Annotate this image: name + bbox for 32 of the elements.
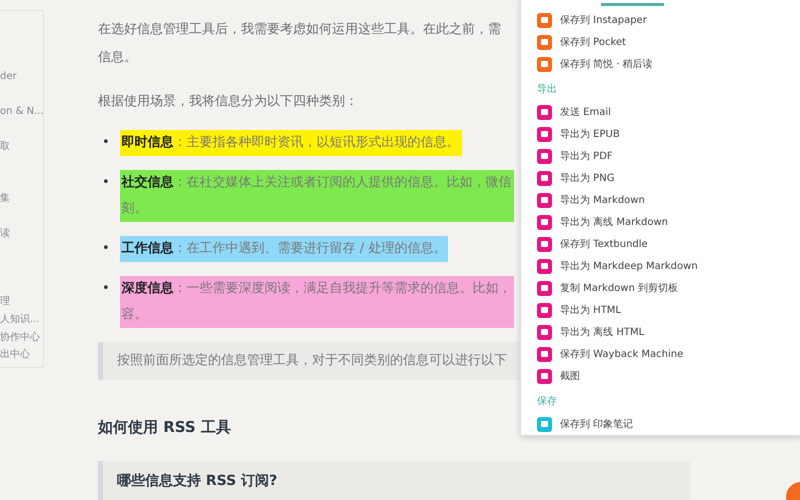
bullet: • [101, 280, 110, 298]
menu-item[interactable]: 导出为 Markdown [537, 189, 785, 211]
menu-item[interactable]: 截图 [537, 365, 785, 387]
highlighted-text: 社交信息：在社交媒体上关注或者订阅的人提供的信息。比如，微信 刻。 [120, 170, 514, 222]
section-heading: 如何使用 RSS 工具 [98, 417, 231, 438]
paragraph: 根据使用场景，我将信息分为以下四种类别： [98, 93, 358, 111]
menu-item[interactable]: 保存到 简悦 · 稍后读 [537, 53, 785, 75]
tab-underline [601, 3, 664, 6]
bullet: • [101, 240, 110, 258]
menu-item[interactable]: 导出为 PDF [537, 145, 785, 167]
menu-item[interactable]: 发送 Email [537, 101, 785, 123]
menu-item[interactable]: 保存到 Textbundle [537, 233, 785, 255]
group-title: 导出 [537, 83, 558, 97]
highlighted-text: 深度信息：一些需要深度阅读，满足自我提升等需求的信息。比如， 容。 [120, 276, 514, 328]
menu-item[interactable]: 保存到 印象笔记 [537, 413, 785, 435]
menu-item[interactable]: 导出为 EPUB [537, 123, 785, 145]
group-title: 保存 [537, 395, 558, 409]
menu-item[interactable]: 导出为 Markdeep Markdown [537, 255, 785, 277]
menu-item[interactable]: 导出为 离线 HTML [537, 321, 785, 343]
bullet: • [101, 174, 110, 192]
question-box: 哪些信息支持 RSS 订阅? [98, 460, 690, 500]
menu-item[interactable]: 保存到 Wayback Machine [537, 343, 785, 365]
menu-item[interactable]: 导出为 PNG [537, 167, 785, 189]
menu-item[interactable]: 导出为 离线 Markdown [537, 211, 785, 233]
paragraph: 在选好信息管理工具后，我需要考虑如何运用这些工具。在此之前，需 信息。 [98, 21, 501, 67]
menu-item[interactable]: 导出为 HTML [537, 299, 785, 321]
highlighted-text: 即时信息：主要指各种即时资讯，以短讯形式出现的信息。 [120, 130, 462, 156]
menu-item[interactable]: 保存到 Instapaper [537, 9, 785, 31]
bullet: • [101, 134, 110, 152]
highlighted-text: 工作信息：在工作中遇到、需要进行留存 / 处理的信息。 [120, 236, 448, 262]
menu-item[interactable]: 保存到 Pocket [537, 31, 785, 53]
menu-item[interactable]: 复制 Markdown 到剪切板 [537, 277, 785, 299]
